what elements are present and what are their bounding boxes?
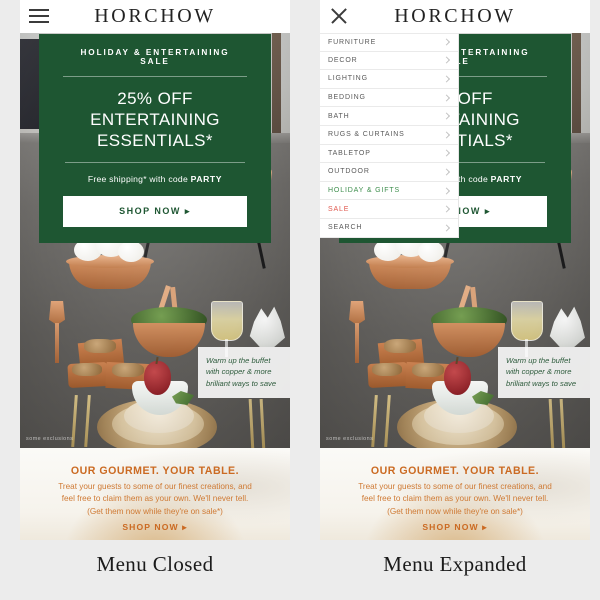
meringue-dollop-3 [118, 241, 144, 262]
promo-code: PARTY [190, 174, 223, 184]
gourmet-section-closed: OUR GOURMET. YOUR TABLE. Treat your gues… [20, 448, 290, 540]
nuts-1 [84, 339, 116, 353]
nav-item-bath[interactable]: BATH [320, 107, 458, 126]
comparison-screenshot: HORCHOW some exclusions HOLIDAY & ENTERT… [0, 0, 600, 600]
chevron-right-icon [442, 168, 451, 176]
copper-cake-server-handle [55, 323, 59, 363]
nav-item-label: TABLETOP [328, 149, 371, 157]
promo-shipping-text: Free shipping* with code [87, 174, 191, 184]
nuts-3 [112, 363, 144, 377]
gourmet-body-line2: feel free to claim them as your own. We'… [361, 494, 549, 504]
nav-item-bedding[interactable]: BEDDING [320, 89, 458, 108]
gourmet-title: OUR GOURMET. YOUR TABLE. [370, 465, 540, 477]
nav-item-lighting[interactable]: LIGHTING [320, 70, 458, 89]
chevron-right-icon [442, 56, 451, 64]
gourmet-shop-now-button[interactable]: SHOP NOW ▸ [320, 518, 590, 533]
gourmet-body-line3: (Get them now while they're on sale*) [87, 506, 223, 516]
chevron-right-icon [442, 224, 451, 232]
nav-item-label: SALE [328, 205, 350, 213]
nav-item-rugs-curtains[interactable]: RUGS & CURTAINS [320, 126, 458, 145]
gourmet-body-line1: Treat your guests to some of our finest … [358, 482, 552, 491]
chevron-right-icon [442, 187, 451, 195]
nav-item-label: LIGHTING [328, 75, 368, 83]
nav-item-label: FURNITURE [328, 38, 377, 46]
nav-item-holiday-gifts[interactable]: HOLIDAY & GIFTS [320, 182, 458, 201]
chevron-right-icon [442, 205, 451, 213]
hamburger-menu-icon[interactable] [29, 7, 49, 25]
promo-code: PARTY [490, 174, 523, 184]
meringue-dollop-3 [418, 241, 444, 262]
nav-item-furniture[interactable]: FURNITURE [320, 33, 458, 52]
nav-item-outdoor[interactable]: OUTDOOR [320, 163, 458, 182]
nav-item-label: DECOR [328, 56, 358, 64]
brand-logo-expanded: HORCHOW [394, 5, 516, 27]
nav-item-label: BEDDING [328, 94, 366, 102]
nav-item-search[interactable]: SEARCH [320, 219, 458, 238]
gourmet-title: OUR GOURMET. YOUR TABLE. [70, 465, 240, 477]
nav-item-label: RUGS & CURTAINS [328, 131, 405, 139]
phone-mockup-menu-expanded: HORCHOW some exclusions ENTERTAINING OFF… [320, 0, 590, 540]
close-x-icon[interactable] [329, 6, 349, 26]
gourmet-body: Treat your guests to some of our finest … [20, 477, 290, 518]
red-pear [144, 361, 171, 395]
wine-glass [211, 301, 243, 341]
hero-callout-expanded: Warm up the buffet with copper & more br… [498, 347, 590, 399]
chevron-right-icon [442, 38, 451, 46]
nav-item-tabletop[interactable]: TABLETOP [320, 145, 458, 164]
nav-item-label: SEARCH [328, 224, 363, 232]
nav-item-sale[interactable]: SALE [320, 200, 458, 219]
navigation-drawer: FURNITURE DECOR LIGHTING BEDDING BATH RUGS & … [320, 33, 459, 238]
copper-cake-server-handle [355, 323, 359, 363]
site-header-closed: HORCHOW [20, 0, 290, 33]
gourmet-body-line1: Treat your guests to some of our finest … [58, 482, 252, 491]
nav-item-label: BATH [328, 112, 350, 120]
promo-shipping-note: Free shipping* with code PARTY [39, 163, 271, 184]
nav-item-label: OUTDOOR [328, 168, 370, 176]
chevron-right-icon [442, 131, 451, 139]
caption-menu-closed: Menu Closed [96, 552, 214, 576]
nuts-2 [372, 363, 402, 376]
gourmet-body-line2: feel free to claim them as your own. We'… [61, 494, 249, 504]
gourmet-body: Treat your guests to some of our finest … [320, 477, 590, 518]
chevron-right-icon [442, 112, 451, 120]
promo-shop-now-button[interactable]: SHOP NOW ▸ [63, 196, 247, 227]
nuts-3 [412, 363, 444, 377]
nuts-1 [384, 339, 416, 353]
gourmet-shop-now-button[interactable]: SHOP NOW ▸ [20, 518, 290, 533]
exclusions-note: some exclusions [326, 436, 374, 442]
promo-headline-line1: 25% OFF [117, 89, 193, 108]
gourmet-section-expanded: OUR GOURMET. YOUR TABLE. Treat your gues… [320, 448, 590, 540]
promo-banner-closed: HOLIDAY & ENTERTAINING SALE 25% OFF ENTE… [39, 34, 271, 243]
promo-headline: 25% OFF ENTERTAINING ESSENTIALS* [39, 77, 271, 162]
promo-headline-line2: ENTERTAINING ESSENTIALS* [90, 110, 220, 150]
promo-eyebrow: HOLIDAY & ENTERTAINING SALE [63, 48, 247, 77]
brand-logo: HORCHOW [94, 5, 216, 27]
gourmet-body-line3: (Get them now while they're on sale*) [387, 506, 523, 516]
caption-menu-expanded: Menu Expanded [383, 552, 527, 576]
site-header-expanded: HORCHOW [320, 0, 590, 33]
chevron-right-icon [442, 75, 451, 83]
nuts-2 [72, 363, 102, 376]
exclusions-note: some exclusions [26, 436, 74, 442]
chevron-right-icon [442, 94, 451, 102]
red-pear [444, 361, 471, 395]
nav-item-label: HOLIDAY & GIFTS [328, 187, 401, 195]
nav-item-decor[interactable]: DECOR [320, 52, 458, 71]
chevron-right-icon [442, 149, 451, 157]
hero-callout-closed: Warm up the buffet with copper & more br… [198, 347, 290, 399]
phone-mockup-menu-closed: HORCHOW some exclusions HOLIDAY & ENTERT… [20, 0, 290, 540]
wine-glass [511, 301, 543, 341]
